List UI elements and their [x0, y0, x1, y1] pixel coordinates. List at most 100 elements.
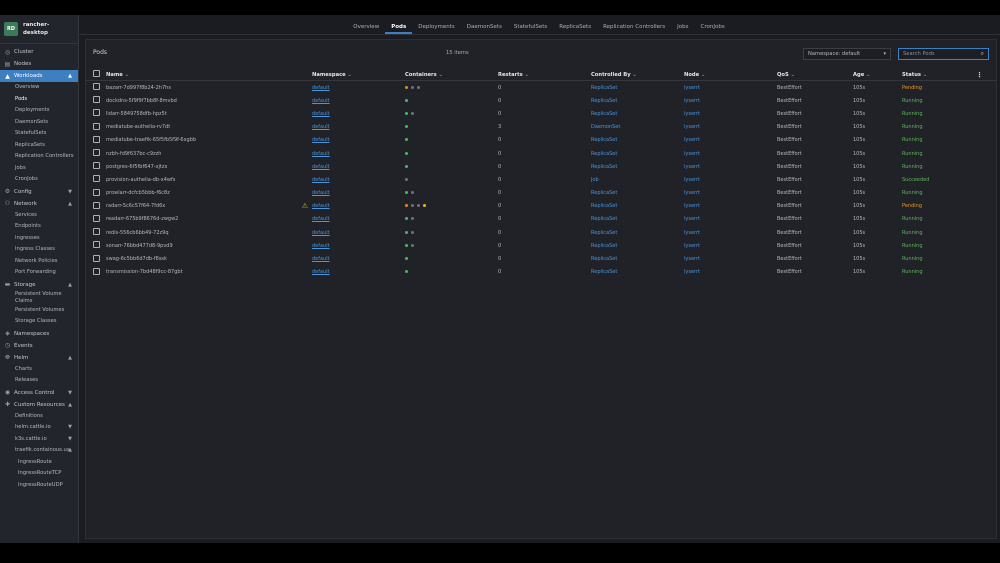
table-row[interactable]: swag-6c5bb6d7db-f8ssk default 0 ReplicaSet l…	[86, 252, 996, 265]
node-link[interactable]: lyserrt	[684, 85, 700, 91]
row-checkbox[interactable]	[93, 149, 100, 157]
pod-name[interactable]: radarr-5c6c57f64-7fd6x	[106, 203, 165, 209]
sidebar-item-nodes[interactable]: ▤ Nodes	[0, 58, 78, 70]
sidebar-item-helm[interactable]: ☸ Helm ▲	[0, 352, 78, 364]
row-checkbox[interactable]	[93, 241, 100, 249]
table-row[interactable]: nzbh-fd9f637bc-c9zzh default 0 ReplicaSet ly…	[86, 147, 996, 160]
pod-name[interactable]: dockdns-5f9f9f7bb8f-8mvbd	[106, 98, 177, 104]
sidebar-item-config[interactable]: ⚙ Config ▼	[0, 186, 78, 198]
table-row[interactable]: provision-authelia-db-x4wfs default 0 Job ly…	[86, 173, 996, 186]
node-link[interactable]: lyserrt	[684, 98, 700, 104]
controlled-by-link[interactable]: ReplicaSet	[591, 269, 617, 275]
namespace-link[interactable]: default	[312, 85, 330, 91]
select-all-checkbox[interactable]	[93, 70, 100, 77]
namespace-link[interactable]: default	[312, 203, 330, 209]
controlled-by-link[interactable]: DaemonSet	[591, 124, 620, 130]
sidebar-subitem-daemonsets[interactable]: DaemonSets	[0, 117, 78, 129]
node-link[interactable]: lyserrt	[684, 243, 700, 249]
sidebar-item-events[interactable]: ◷ Events	[0, 340, 78, 352]
table-row[interactable]: redis-556cb6bb49-72z9q default 0 ReplicaSet…	[86, 226, 996, 239]
controlled-by-link[interactable]: ReplicaSet	[591, 111, 617, 117]
pod-name[interactable]: redis-556cb6bb49-72z9q	[106, 230, 169, 236]
row-checkbox[interactable]	[93, 228, 100, 236]
pod-name[interactable]: sonarr-76bbd477d8-9pvd9	[106, 243, 173, 249]
sidebar-item-cluster[interactable]: ◎ Cluster	[0, 46, 78, 58]
row-checkbox[interactable]	[93, 96, 100, 104]
pod-name[interactable]: postgres-6f5fbf647-xjtzx	[106, 164, 167, 170]
sidebar-subitem-persistent-volumes[interactable]: Persistent Volumes	[0, 305, 78, 317]
namespace-link[interactable]: default	[312, 164, 330, 170]
node-link[interactable]: lyserrt	[684, 190, 700, 196]
table-row[interactable]: mediatube-authelia-rv7dt default 3 DaemonSe…	[86, 121, 996, 134]
tab-deployments[interactable]: Deployments	[412, 24, 461, 34]
sidebar-subitem-statefulsets[interactable]: StatefulSets	[0, 128, 78, 140]
sidebar-subitem-ingress-classes[interactable]: Ingress Classes	[0, 244, 78, 256]
table-row[interactable]: radarr-5c6c57f64-7fd6x ⚠ default 0 ReplicaSe…	[86, 200, 996, 213]
sidebar-subitem-services[interactable]: Services	[0, 210, 78, 222]
sidebar-item-custom[interactable]: ✚ Custom Resources ▲	[0, 399, 78, 411]
column-header-containers[interactable]: Containers ⌄	[405, 69, 498, 81]
tab-statefulsets[interactable]: StatefulSets	[508, 24, 553, 34]
namespace-select[interactable]: Namespace: default ▾	[803, 48, 891, 60]
node-link[interactable]: lyserrt	[684, 111, 700, 117]
pod-name[interactable]: prowlarr-dcfcb5bbb-f6c8z	[106, 190, 170, 196]
sidebar-group-helm-cattle-io[interactable]: helm.cattle.io ▼	[0, 422, 78, 434]
row-checkbox[interactable]	[93, 162, 100, 170]
controlled-by-link[interactable]: ReplicaSet	[591, 256, 617, 262]
namespace-link[interactable]: default	[312, 151, 330, 157]
sidebar-subitem-replication-controllers[interactable]: Replication Controllers	[0, 151, 78, 163]
pod-name[interactable]: nzbh-fd9f637bc-c9zzh	[106, 151, 161, 157]
pod-name[interactable]: mediatube-traefik-65f5fb5f9f-6xgbb	[106, 137, 196, 143]
table-row[interactable]: transmission-7bd48f9cc-87gbt default 0 Repl…	[86, 266, 996, 279]
sidebar-subitem-network-policies[interactable]: Network Policies	[0, 256, 78, 268]
node-link[interactable]: lyserrt	[684, 230, 700, 236]
controlled-by-link[interactable]: Job	[591, 177, 599, 183]
sidebar-item-access[interactable]: ◉ Access Control ▼	[0, 387, 78, 399]
column-header-name[interactable]: Name ⌄	[106, 69, 312, 81]
tab-overview[interactable]: Overview	[347, 24, 385, 34]
pod-name[interactable]: mediatube-authelia-rv7dt	[106, 124, 170, 130]
namespace-link[interactable]: default	[312, 230, 330, 236]
sidebar-subitem-storage-classes[interactable]: Storage Classes	[0, 316, 78, 328]
controlled-by-link[interactable]: ReplicaSet	[591, 190, 617, 196]
controlled-by-link[interactable]: ReplicaSet	[591, 98, 617, 104]
namespace-link[interactable]: default	[312, 124, 330, 130]
sidebar-item-workloads[interactable]: ▲ Workloads ▲	[0, 70, 78, 82]
row-checkbox[interactable]	[93, 109, 100, 117]
sidebar-subitem-ingresses[interactable]: Ingresses	[0, 233, 78, 245]
cluster-header[interactable]: RD rancher-desktop	[0, 15, 78, 44]
sidebar-subitem-persistent-volume-claims[interactable]: Persistent Volume Claims	[0, 291, 78, 305]
sidebar-item-network[interactable]: ⚇ Network ▲	[0, 198, 78, 210]
sidebar-subitem-ingressrouteudp[interactable]: IngressRouteUDP	[0, 480, 78, 492]
node-link[interactable]: lyserrt	[684, 164, 700, 170]
namespace-link[interactable]: default	[312, 190, 330, 196]
sidebar-subitem-ingressroutetcp[interactable]: IngressRouteTCP	[0, 468, 78, 480]
controlled-by-link[interactable]: ReplicaSet	[591, 203, 617, 209]
pod-name[interactable]: transmission-7bd48f9cc-87gbt	[106, 269, 183, 275]
node-link[interactable]: lyserrt	[684, 216, 700, 222]
namespace-link[interactable]: default	[312, 98, 330, 104]
row-checkbox[interactable]	[93, 267, 100, 275]
row-checkbox[interactable]	[93, 122, 100, 130]
controlled-by-link[interactable]: ReplicaSet	[591, 230, 617, 236]
row-checkbox[interactable]	[93, 175, 100, 183]
node-link[interactable]: lyserrt	[684, 137, 700, 143]
row-checkbox[interactable]	[93, 254, 100, 262]
table-row[interactable]: lidarr-5849758dfb-hpz5t default 0 ReplicaSe…	[86, 107, 996, 120]
tab-replicasets[interactable]: ReplicaSets	[553, 24, 597, 34]
namespace-link[interactable]: default	[312, 177, 330, 183]
namespace-link[interactable]: default	[312, 216, 330, 222]
column-header-restarts[interactable]: Restarts ⌄	[498, 69, 591, 81]
row-checkbox[interactable]	[93, 83, 100, 91]
node-link[interactable]: lyserrt	[684, 203, 700, 209]
namespace-link[interactable]: default	[312, 111, 330, 117]
sidebar-group-traefik-containous-us[interactable]: traefik.containous.us ▲	[0, 445, 78, 457]
node-link[interactable]: lyserrt	[684, 269, 700, 275]
column-header-qos[interactable]: QoS ⌄	[777, 69, 853, 81]
node-link[interactable]: lyserrt	[684, 151, 700, 157]
pod-name[interactable]: swag-6c5bb6d7db-f8ssk	[106, 256, 167, 262]
namespace-link[interactable]: default	[312, 243, 330, 249]
sidebar-item-storage[interactable]: ▬ Storage ▲	[0, 279, 78, 291]
sidebar-subitem-overview[interactable]: Overview	[0, 82, 78, 94]
controlled-by-link[interactable]: ReplicaSet	[591, 137, 617, 143]
